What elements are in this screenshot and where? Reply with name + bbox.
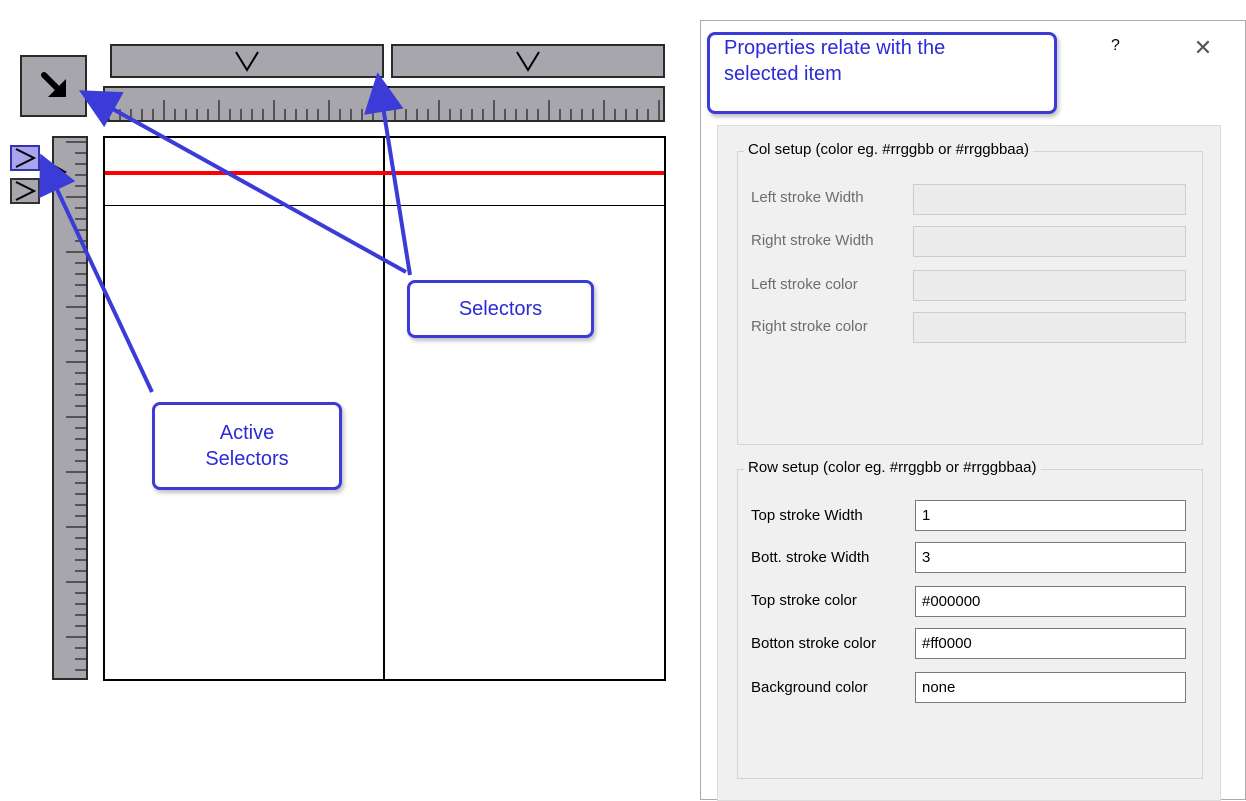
row-setup-legend: Row setup (color eg. #rrggbb or #rrggbba… — [744, 459, 1041, 476]
row-position-marker[interactable] — [52, 163, 68, 181]
active-selectors-line2: Selectors — [205, 448, 289, 470]
top-stroke-color-label: Top stroke color — [751, 592, 857, 609]
properties-callout: Properties relate with the selected item — [707, 32, 1057, 114]
left-stroke-color-label: Left stroke color — [751, 276, 858, 293]
chevron-right-icon — [15, 148, 37, 168]
vertical-ruler-ticks — [66, 141, 86, 671]
col-setup-legend: Col setup (color eg. #rrggbb or #rrggbba… — [744, 141, 1033, 158]
bottom-stroke-width-input[interactable]: 3 — [915, 542, 1186, 573]
selectors-callout-text: Selectors — [458, 298, 543, 320]
right-stroke-color-label: Right stroke color — [751, 318, 868, 335]
top-stroke-color-input[interactable]: #000000 — [915, 586, 1186, 617]
column-position-marker[interactable] — [373, 85, 391, 101]
column-selector-2[interactable] — [391, 44, 665, 78]
column-selector-1[interactable] — [110, 44, 384, 78]
arrow-down-right-icon — [41, 72, 66, 97]
background-color-label: Background color — [751, 679, 868, 696]
vertical-ruler[interactable] — [52, 136, 88, 680]
row-divider — [105, 205, 664, 206]
row-bottom-stroke — [105, 171, 664, 175]
select-all-corner-button[interactable] — [20, 55, 87, 117]
properties-dialog: ? ✕ Col setup (color eg. #rrggbb or #rrg… — [700, 20, 1246, 801]
bottom-stroke-width-label: Bott. stroke Width — [751, 549, 870, 566]
row-setup-group: Row setup (color eg. #rrggbb or #rrggbba… — [737, 459, 1203, 779]
close-button[interactable]: ✕ — [1189, 35, 1217, 63]
selectors-callout: Selectors — [407, 280, 594, 338]
bottom-stroke-color-label: Botton stroke color — [751, 635, 877, 652]
bottom-stroke-color-input[interactable]: #ff0000 — [915, 628, 1186, 659]
active-selectors-line1: Active — [219, 422, 275, 444]
row-selector-active[interactable] — [10, 145, 40, 171]
help-button[interactable]: ? — [1111, 37, 1135, 61]
background-color-input[interactable]: none — [915, 672, 1186, 703]
right-stroke-width-input[interactable] — [913, 226, 1186, 257]
top-stroke-width-label: Top stroke Width — [751, 507, 863, 524]
chevron-down-icon — [516, 51, 540, 72]
left-stroke-width-label: Left stroke Width — [751, 189, 864, 206]
left-stroke-color-input[interactable] — [913, 270, 1186, 301]
active-selectors-callout: Active Selectors — [152, 402, 342, 490]
properties-callout-line1: Properties relate with the — [724, 37, 946, 59]
chevron-down-icon — [235, 51, 259, 72]
left-stroke-width-input[interactable] — [913, 184, 1186, 215]
chevron-right-icon — [15, 181, 37, 201]
col-setup-group: Col setup (color eg. #rrggbb or #rrggbba… — [737, 141, 1203, 445]
row-selector[interactable] — [10, 178, 40, 204]
right-stroke-width-label: Right stroke Width — [751, 232, 874, 249]
right-stroke-color-input[interactable] — [913, 312, 1186, 343]
properties-callout-line2: selected item — [724, 63, 842, 85]
top-stroke-width-input[interactable]: 1 — [915, 500, 1186, 531]
column-divider — [383, 138, 385, 679]
